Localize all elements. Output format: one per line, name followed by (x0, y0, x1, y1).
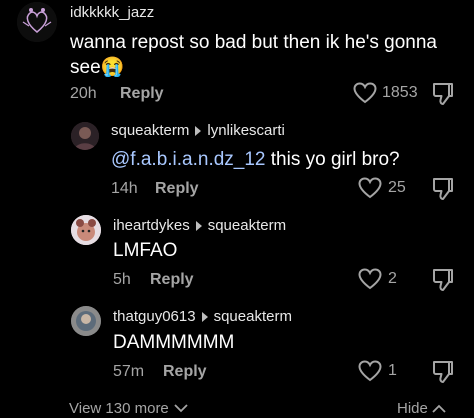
view-more-replies-button[interactable]: View 130 more (69, 400, 188, 417)
heart-outline-icon (358, 360, 382, 382)
like-count: 25 (388, 179, 406, 196)
thumbs-down-icon (433, 269, 453, 291)
like-button[interactable]: 2 (358, 268, 397, 290)
chevron-down-icon (174, 404, 188, 413)
dislike-button[interactable] (432, 360, 454, 389)
avatar[interactable] (71, 122, 99, 150)
like-button[interactable]: 1 (358, 360, 397, 382)
username-text[interactable]: idkkkkk_jazz (70, 4, 154, 21)
triangle-right-icon (195, 125, 202, 136)
avatar-art-icon (17, 2, 57, 42)
comment-item: squeakterm lynlikescarti @f.a.b.i.a.n.dz… (0, 112, 474, 212)
comment-text-line2: see😭 (70, 52, 124, 83)
dislike-button[interactable] (432, 82, 454, 111)
reply-to-username[interactable]: squeakterm (208, 217, 286, 234)
comment-text: @f.a.b.i.a.n.dz_12 this yo girl bro? (111, 144, 400, 175)
thumbs-down-icon (433, 178, 453, 200)
dislike-button[interactable] (432, 268, 454, 297)
comment-username: squeakterm lynlikescarti (111, 122, 285, 139)
avatar[interactable] (71, 306, 101, 336)
avatar[interactable] (71, 215, 101, 245)
hide-label: Hide (397, 400, 428, 417)
like-count: 1 (388, 362, 397, 379)
heart-outline-icon (358, 268, 382, 290)
comment-text: wanna repost so bad but then ik he's gon… (70, 27, 437, 58)
comment-text-body: this yo girl bro? (265, 149, 400, 170)
comment-text: DAMMMMMM (113, 332, 235, 353)
username-text[interactable]: iheartdykes (113, 217, 190, 234)
comment-time: 57m (113, 363, 145, 380)
thumbs-down-icon (433, 361, 453, 383)
comment-username[interactable]: idkkkkk_jazz (70, 4, 154, 21)
comment-text-line2-text: see (70, 57, 101, 78)
heart-outline-icon (353, 82, 377, 104)
crying-emoji-icon: 😭 (100, 57, 125, 78)
comment-item: thatguy0613 squeakterm DAMMMMMM 57m Repl… (0, 298, 474, 393)
avatar-photo-icon (71, 122, 99, 150)
comment-text-line1: wanna repost so bad but then ik he's gon… (70, 32, 438, 53)
reply-to-username[interactable]: squeakterm (214, 308, 292, 325)
comment-text: LMFAO (113, 240, 178, 261)
comment-username: iheartdykes squeakterm (113, 217, 286, 234)
triangle-right-icon (201, 311, 208, 322)
comment-item: iheartdykes squeakterm LMFAO 5h Reply 2 (0, 205, 474, 300)
like-button[interactable]: 25 (358, 177, 406, 199)
like-button[interactable]: 1853 (353, 82, 418, 104)
comment-time: 5h (113, 271, 131, 288)
username-text[interactable]: squeakterm (111, 122, 189, 139)
view-more-label: View 130 more (69, 400, 169, 417)
avatar[interactable] (17, 2, 57, 42)
reply-button[interactable]: Reply (120, 85, 164, 103)
comment-username: thatguy0613 squeakterm (113, 308, 292, 325)
like-count: 2 (388, 270, 397, 287)
reply-to-username[interactable]: lynlikescarti (207, 122, 285, 139)
like-count: 1853 (382, 84, 418, 101)
chevron-up-icon (432, 404, 446, 413)
reply-button[interactable]: Reply (155, 180, 199, 198)
triangle-right-icon (195, 220, 202, 231)
comment-item: idkkkkk_jazz wanna repost so bad but the… (0, 0, 474, 112)
heart-outline-icon (358, 177, 382, 199)
reply-button[interactable]: Reply (163, 363, 207, 381)
thumbs-down-icon (433, 83, 453, 105)
dislike-button[interactable] (432, 177, 454, 206)
username-text[interactable]: thatguy0613 (113, 308, 196, 325)
comment-time: 20h (70, 85, 97, 102)
comment-time: 14h (111, 180, 138, 197)
mention-link[interactable]: @f.a.b.i.a.n.dz_12 (111, 149, 266, 170)
hide-replies-button[interactable]: Hide (397, 400, 446, 417)
reply-button[interactable]: Reply (150, 271, 194, 289)
avatar-photo-icon (71, 215, 101, 245)
avatar-photo-icon (71, 306, 101, 336)
